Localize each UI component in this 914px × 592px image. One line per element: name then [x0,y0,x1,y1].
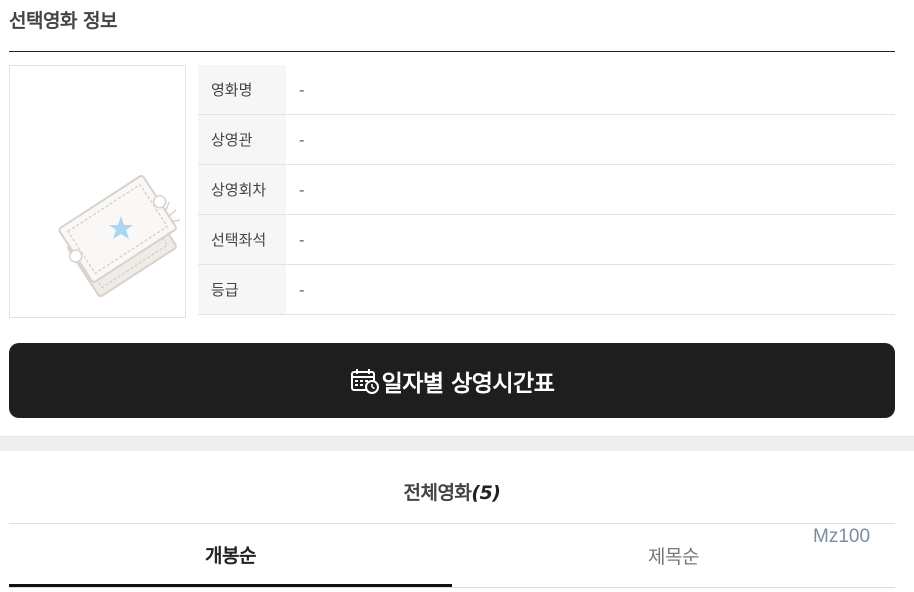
section-title: 선택영화 정보 [9,10,118,32]
tab-sort-release[interactable]: 개봉순 [9,524,452,587]
info-value: - [299,230,305,249]
info-label: 영화명 [198,65,286,114]
info-value: - [299,180,305,199]
all-movies-heading: 전체영화(5) [0,478,904,505]
info-row-movie-name: 영화명 - [198,65,895,115]
info-row-theater: 상영관 - [198,115,895,165]
info-value: - [299,80,305,99]
selected-movie-info-table: 영화명 - 상영관 - 상영회차 - 선택좌석 - 등급 - [198,65,895,315]
info-label: 상영관 [198,115,286,164]
all-movies-title: 전체영화 [403,482,472,504]
sort-tabs: 개봉순 제목순 [9,524,895,588]
title-divider [9,51,895,52]
info-label: 등급 [198,265,286,314]
daily-schedule-button[interactable]: 일자별 상영시간표 [9,343,895,418]
info-label: 상영회차 [198,165,286,214]
poster-placeholder [9,65,186,318]
info-value: - [299,280,305,299]
section-separator [0,436,914,451]
ticket-illustration-icon [58,174,181,298]
all-movies-count: (5) [471,482,501,504]
daily-schedule-label: 일자별 상영시간표 [381,370,555,397]
info-label: 선택좌석 [198,215,286,264]
info-value: - [299,130,305,149]
info-row-showtime: 상영회차 - [198,165,895,215]
info-row-rating: 등급 - [198,265,895,315]
calendar-clock-icon [350,368,380,394]
mz-label: Mz100 [813,526,871,547]
info-row-seats: 선택좌석 - [198,215,895,265]
